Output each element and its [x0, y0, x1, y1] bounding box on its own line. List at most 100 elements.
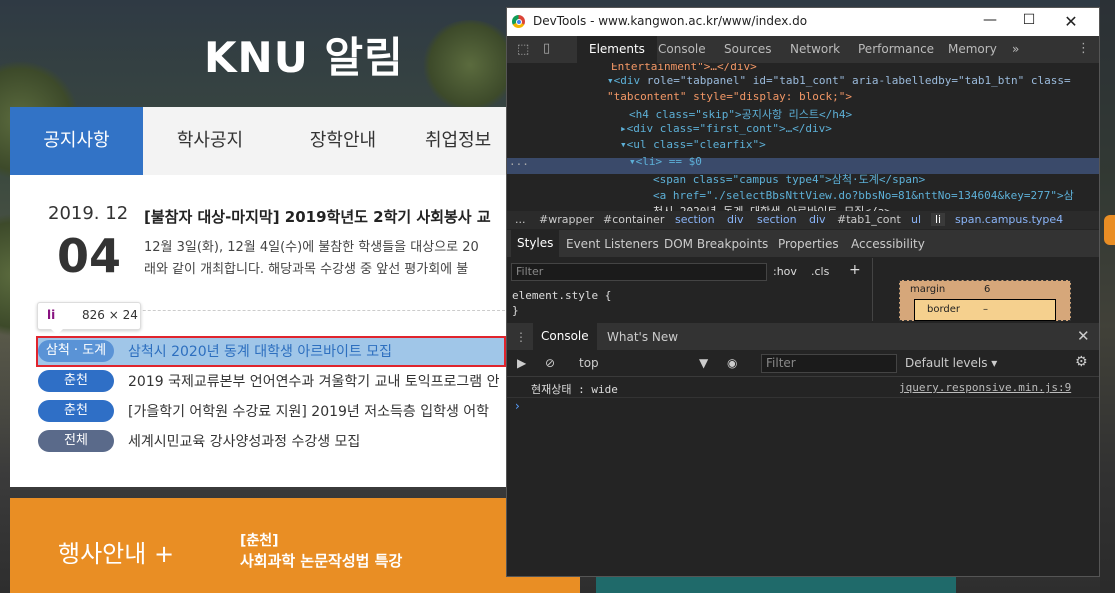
box-margin-label: margin	[910, 284, 946, 295]
more-tabs-icon[interactable]: »	[1012, 42, 1019, 56]
events-title[interactable]: 행사안내 +	[58, 534, 174, 569]
floating-button[interactable]	[1104, 215, 1115, 245]
tab-network[interactable]: Network	[790, 42, 840, 56]
campus-badge: 전체	[38, 430, 114, 452]
tab-console-drawer[interactable]: Console	[533, 323, 597, 350]
close-icon[interactable]: ✕	[1077, 327, 1090, 345]
clear-icon[interactable]: ⊘	[545, 356, 555, 370]
breadcrumb-item[interactable]: #wrapper	[539, 213, 594, 226]
kebab-icon[interactable]: ⋮	[1077, 41, 1090, 56]
cls-toggle[interactable]: .cls	[811, 265, 829, 278]
campus-badge: 춘천	[38, 400, 114, 422]
sidebar-toggle-icon[interactable]: ▶	[517, 356, 526, 370]
dom-line[interactable]: Entertainment">…</div>	[611, 63, 757, 73]
breadcrumb-item[interactable]: #tab1_cont	[837, 213, 901, 226]
close-icon[interactable]: ✕	[1056, 12, 1086, 31]
tab-scholarship[interactable]: 장학안내	[277, 107, 409, 175]
minimize-icon[interactable]: —	[975, 12, 1005, 28]
dom-line[interactable]: <a href="./selectBbsNttView.do?bbsNo=81&…	[653, 187, 1074, 203]
featured-month: 2019. 12	[48, 203, 129, 224]
box-border-value[interactable]: –	[983, 304, 988, 315]
context-select[interactable]: top	[579, 356, 599, 370]
dom-line[interactable]: <span class="campus type4">삼척·도계</span>	[653, 171, 925, 187]
notice-link[interactable]: 2019 국제교류본부 언어연수과 겨울학기 교내 토익프로그램 안	[128, 371, 499, 391]
dropdown-icon[interactable]: ▼	[699, 356, 708, 370]
tab-employment[interactable]: 취업정보	[409, 107, 510, 175]
gear-icon[interactable]: ⚙	[1075, 354, 1088, 370]
box-border-label: border	[927, 304, 961, 315]
campus-badge: 춘천	[38, 370, 114, 392]
breadcrumb-item[interactable]: section	[675, 213, 715, 226]
dom-line[interactable]: <h4 class="skip">공지사항 리스트</h4>	[629, 106, 852, 122]
console-message: 현재상태 : wide jquery.responsive.min.js:9	[507, 377, 1099, 398]
breadcrumb-item[interactable]: div	[809, 213, 826, 226]
tab-performance[interactable]: Performance	[858, 42, 934, 56]
breadcrumb-item[interactable]: #container	[603, 213, 664, 226]
console-message-source[interactable]: jquery.responsive.min.js:9	[899, 381, 1071, 394]
console-message-text: 현재상태 : wide	[531, 383, 618, 396]
dom-line[interactable]: ▸<div class="first_cont">…</div>	[620, 122, 832, 135]
page-edge	[1100, 0, 1115, 593]
breadcrumb-item[interactable]: ul	[911, 213, 921, 226]
element-style-rule[interactable]: element.style {	[512, 289, 611, 302]
window-titlebar: DevTools - www.kangwon.ac.kr/www/index.d…	[507, 8, 1099, 36]
log-levels-select[interactable]: Default levels ▾	[905, 356, 997, 370]
box-border: border –	[914, 299, 1056, 321]
dom-attrs: role="tabpanel" id="tab1_cont" aria-labe…	[646, 74, 1071, 87]
tab-accessibility[interactable]: Accessibility	[851, 237, 925, 251]
tab-properties[interactable]: Properties	[778, 237, 839, 251]
dom-line[interactable]: ▾<ul class="clearfix">	[620, 138, 766, 151]
console-filter-input[interactable]: Filter	[761, 354, 897, 373]
tab-whats-new[interactable]: What's New	[607, 330, 678, 344]
pane-divider[interactable]	[872, 258, 873, 321]
list-item[interactable]: 춘천 [가을학기 어학원 수강료 지원] 2019년 저소득층 입학생 어학	[38, 396, 510, 426]
box-margin-value[interactable]: 6	[984, 284, 990, 295]
tab-event-listeners[interactable]: Event Listeners	[566, 237, 659, 251]
tab-styles[interactable]: Styles	[511, 230, 560, 257]
notice-link[interactable]: 세계시민교육 강사양성과정 수강생 모집	[128, 431, 360, 451]
dom-line[interactable]: ▾<div role="tabpanel" id="tab1_cont" ari…	[607, 74, 1071, 87]
maximize-icon[interactable]: ☐	[1014, 12, 1044, 28]
breadcrumb-item[interactable]: div	[727, 213, 744, 226]
hov-toggle[interactable]: :hov	[773, 265, 797, 278]
inspect-icon[interactable]: ⬚	[517, 42, 529, 57]
notice-link[interactable]: [가을학기 어학원 수강료 지원] 2019년 저소득층 입학생 어학	[128, 401, 489, 421]
eye-icon[interactable]: ◉	[727, 356, 737, 370]
styles-filter-input[interactable]: Filter	[511, 263, 767, 281]
featured-body: 12월 3일(화), 12월 4일(수)에 불참한 학생들을 대상으로 20 래…	[144, 237, 510, 283]
breadcrumb-item[interactable]: ...	[515, 213, 526, 226]
dom-line[interactable]: "tabcontent" style="display: block;">	[607, 90, 852, 103]
box-model-diagram: margin 6 border –	[899, 280, 1071, 321]
dom-code: <ul class="clearfix">	[626, 138, 766, 151]
tab-notices[interactable]: 공지사항	[10, 107, 143, 175]
breadcrumb-item[interactable]: span.campus.type4	[955, 213, 1063, 226]
tab-sources[interactable]: Sources	[724, 42, 771, 56]
featured-body-line: 래와 같이 개최합니다. 해당과목 수강생 중 앞선 평가회에 불	[144, 262, 469, 277]
tab-dom-breakpoints[interactable]: DOM Breakpoints	[664, 237, 768, 251]
page-title: KNU 알림	[204, 33, 404, 82]
device-icon[interactable]: ▯	[543, 41, 550, 56]
dom-line[interactable]: ▾<li> == $0	[629, 155, 702, 168]
breadcrumb-item-current[interactable]: li	[931, 213, 946, 226]
drawer-tabs: ⋮ Console What's New ✕	[507, 323, 1099, 350]
events-banner: 행사안내 + [춘천] 사회과학 논문작성법 특강	[10, 498, 580, 593]
tab-console[interactable]: Console	[658, 42, 706, 56]
tab-memory[interactable]: Memory	[948, 42, 997, 56]
list-item[interactable]: 전체 세계시민교육 강사양성과정 수강생 모집	[38, 426, 510, 456]
tab-academic[interactable]: 학사공지	[143, 107, 277, 175]
console-prompt[interactable]: ›	[515, 399, 520, 413]
featured-headline[interactable]: [불참자 대상-마지막] 2019학년도 2학기 사회봉사 교	[144, 206, 510, 227]
event-name[interactable]: 사회과학 논문작성법 특강	[240, 550, 402, 571]
console-toolbar: ▶ ⊘ top ▼ ◉ Filter Default levels ▾ ⚙	[507, 350, 1099, 377]
dom-code: <li> == $0	[635, 155, 702, 168]
kebab-icon[interactable]: ⋮	[515, 330, 527, 344]
dom-tag: <div	[613, 74, 647, 87]
list-item[interactable]: 춘천 2019 국제교류본부 언어연수과 겨울학기 교내 토익프로그램 안	[38, 366, 510, 396]
inspect-tooltip: li 826 × 24	[37, 302, 141, 335]
elements-subtabs: Styles Event Listeners DOM Breakpoints P…	[507, 230, 1099, 257]
breadcrumb-item[interactable]: section	[757, 213, 797, 226]
tab-elements[interactable]: Elements	[577, 36, 657, 63]
dom-code: <div class="first_cont">…</div>	[626, 122, 832, 135]
add-rule-button[interactable]: +	[849, 262, 861, 278]
chrome-icon	[512, 15, 525, 28]
